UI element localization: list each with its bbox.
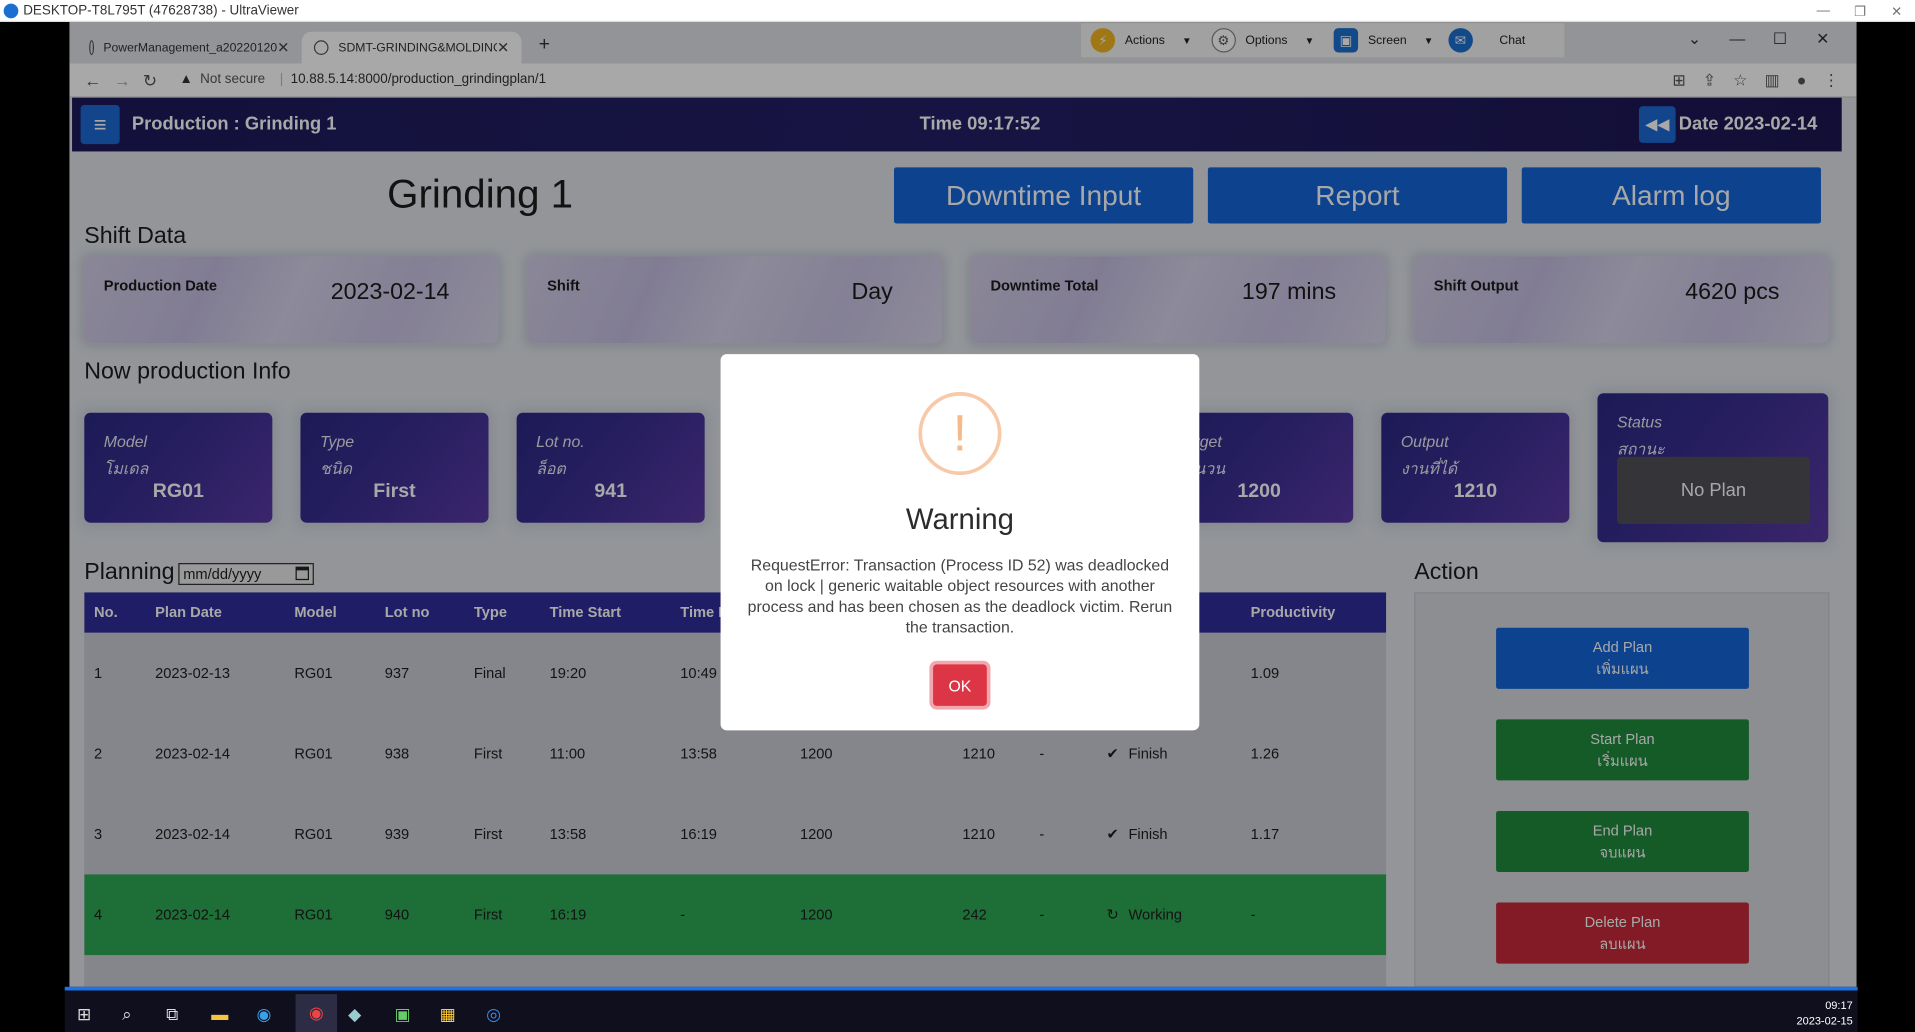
search-icon[interactable]: ⌕: [122, 1004, 132, 1025]
browser-window: PowerManagement_a20220120 ✕ SDMT-GRINDIN…: [69, 21, 1857, 987]
windows-start-icon[interactable]: ⊞: [77, 1004, 91, 1025]
remote-window-title: DESKTOP-T8L795T (47628738) - UltraViewer: [23, 3, 299, 18]
dialog-message: RequestError: Transaction (Process ID 52…: [747, 555, 1173, 637]
remote-window-titlebar: DESKTOP-T8L795T (47628738) - UltraViewer…: [0, 0, 1915, 22]
restore-icon[interactable]: ❐: [1842, 3, 1879, 19]
ultraviewer-icon[interactable]: ◎: [486, 1004, 501, 1025]
dialog-title: Warning: [905, 503, 1014, 537]
clock-time: 09:17: [1825, 999, 1853, 1012]
warning-dialog: ! Warning RequestError: Transaction (Pro…: [720, 354, 1200, 731]
ok-button[interactable]: OK: [933, 664, 987, 706]
close-icon[interactable]: ✕: [1878, 3, 1915, 19]
file-explorer-icon[interactable]: ▬: [211, 1004, 228, 1024]
minimize-icon[interactable]: —: [1805, 4, 1842, 19]
taskbar-clock[interactable]: 09:17 2023-02-15: [1796, 998, 1852, 1030]
edge-icon[interactable]: ◉: [256, 1004, 271, 1025]
app-icon[interactable]: ◆: [348, 1004, 361, 1025]
app-icon[interactable]: ▦: [440, 1004, 456, 1025]
windows-taskbar: ⊞ ⌕ ⧉ ▬ ◉ ◉ ◆ ▣ ▦ ◎ 09:17 2023-02-15: [64, 986, 1858, 1032]
clock-date: 2023-02-15: [1796, 1014, 1853, 1028]
ultraviewer-icon: [3, 3, 19, 18]
remote-window-controls: — ❐ ✕: [1805, 0, 1915, 22]
warning-icon: !: [918, 392, 1002, 476]
chrome-icon[interactable]: ◉: [295, 994, 338, 1032]
app-icon[interactable]: ▣: [394, 1004, 410, 1025]
task-view-icon[interactable]: ⧉: [166, 1004, 178, 1025]
